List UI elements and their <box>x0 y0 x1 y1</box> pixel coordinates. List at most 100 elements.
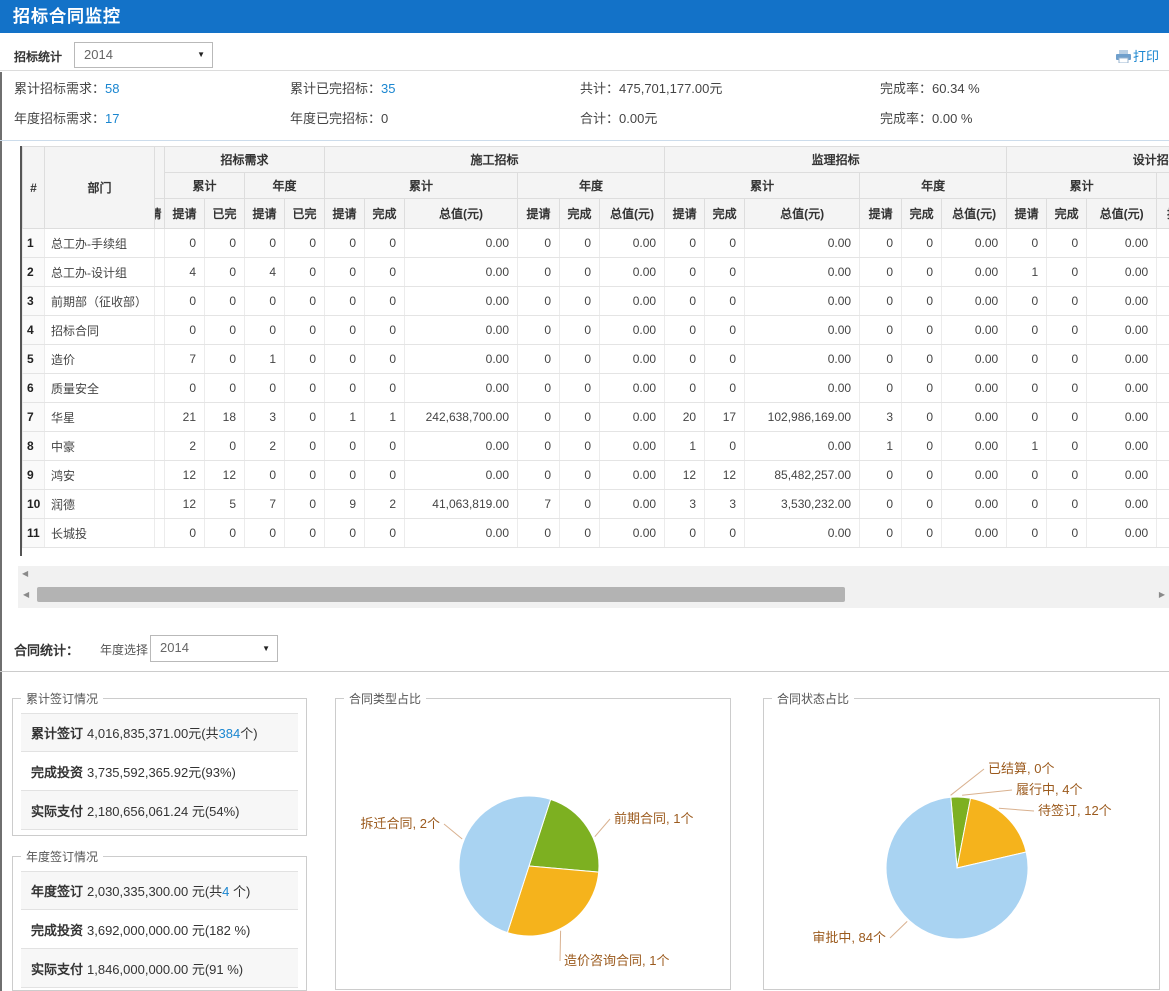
table-cell: 3,530,232.00 <box>745 490 860 519</box>
pie-leader-line <box>595 819 610 837</box>
pie-label-前期合同: 前期合同, 1个 <box>614 811 693 826</box>
table-cell: 0.00 <box>1087 345 1157 374</box>
table-cell <box>1157 229 1169 258</box>
stat-rows: 年度签订 2,030,335,300.00 元(共4 个) 完成投资 3,692… <box>21 871 298 988</box>
table-cell: 3 <box>245 403 285 432</box>
column-header: 总值(元) <box>745 199 860 229</box>
table-cell: 0 <box>245 229 285 258</box>
panel-title: 年度签订情况 <box>21 848 103 865</box>
table-cell: 4 <box>165 258 205 287</box>
column-header: 已完 <box>205 199 245 229</box>
table-cell: 0.00 <box>745 229 860 258</box>
table-cell: 0.00 <box>600 374 665 403</box>
table-cell: 1 <box>860 432 902 461</box>
summary-label: 完成率： <box>880 111 932 126</box>
column-header: 完成 <box>560 199 600 229</box>
contract-year-select[interactable]: 2014 ▼ <box>150 635 278 662</box>
table-cell: 0 <box>165 287 205 316</box>
table-cell: 0 <box>860 519 902 548</box>
table-cell: 0 <box>518 316 560 345</box>
scrollbar-left-arrow-icon[interactable]: ◀ <box>23 590 29 599</box>
dept-cell: 招标合同 <box>45 316 155 345</box>
table-cell: 0 <box>518 345 560 374</box>
column-header: 施工招标 <box>325 147 665 173</box>
table-cell: 3 <box>705 490 745 519</box>
table-cell: 0 <box>205 432 245 461</box>
table-cell <box>1157 403 1169 432</box>
table-cell: 0 <box>902 519 942 548</box>
summary-value[interactable]: 35 <box>381 81 395 96</box>
table-cell: 0 <box>1047 461 1087 490</box>
table-cell <box>155 229 165 258</box>
page-title: 招标合同监控 <box>0 0 1169 33</box>
bidding-section-label: 招标统计 <box>14 48 62 65</box>
column-header: 已完 <box>285 199 325 229</box>
summary-label: 完成率： <box>880 81 932 96</box>
table-cell: 0 <box>285 345 325 374</box>
table-cell: 0 <box>902 403 942 432</box>
contract-year-value: 2014 <box>151 636 277 659</box>
scrollbar-right-arrow-icon[interactable]: ▶ <box>1159 590 1165 599</box>
table-cell: 0 <box>285 432 325 461</box>
summary-value: 60.34 % <box>932 81 980 96</box>
table-cell: 0.00 <box>600 519 665 548</box>
table-cell: 7 <box>165 345 205 374</box>
table-cell: 0.00 <box>942 287 1007 316</box>
table-cell: 2 <box>245 432 285 461</box>
stat-label: 完成投资 <box>21 920 87 939</box>
table-cell: 0 <box>1007 490 1047 519</box>
table-cell: 0.00 <box>942 345 1007 374</box>
table-cell: 0 <box>705 374 745 403</box>
stat-value-link[interactable]: 384 <box>219 726 241 741</box>
table-cell: 3 <box>860 403 902 432</box>
table-cell: 0 <box>1047 432 1087 461</box>
table-cell: 0 <box>518 432 560 461</box>
table-cell: 0 <box>902 432 942 461</box>
table-cell: 0 <box>1047 229 1087 258</box>
stat-label: 年度签订 <box>21 881 87 900</box>
table-cell: 17 <box>705 403 745 432</box>
bidding-year-select[interactable]: 2014 ▼ <box>74 42 213 68</box>
summary-value[interactable]: 17 <box>105 111 119 126</box>
column-header: 完成 <box>1047 199 1087 229</box>
column-header: 累计 <box>325 173 518 199</box>
table-cell: 9 <box>325 490 365 519</box>
summary-label: 累计招标需求： <box>14 81 105 96</box>
table-cell <box>1157 461 1169 490</box>
summary-value[interactable]: 58 <box>105 81 119 96</box>
table-cell: 0 <box>205 229 245 258</box>
table-cell: 0.00 <box>942 403 1007 432</box>
pie-leader-line <box>962 790 1012 795</box>
table-cell: 1 <box>23 229 45 258</box>
table-cell <box>155 345 165 374</box>
chevron-down-icon: ▼ <box>262 644 270 653</box>
table-cell: 0 <box>860 287 902 316</box>
column-header: 提请 <box>1007 199 1047 229</box>
table-cell: 0.00 <box>745 287 860 316</box>
print-button[interactable]: 打印 <box>1116 46 1159 65</box>
column-header: 年度 <box>1157 173 1169 199</box>
table-cell: 0 <box>365 374 405 403</box>
stat-value: 2,030,335,300.00 元(共 <box>87 884 222 899</box>
table-scroll-area: ◀ ◀ ▶ <box>18 566 1169 608</box>
stat-value: 3,735,592,365.92元(93%) <box>87 765 236 780</box>
bidding-year-value: 2014 <box>75 43 212 66</box>
table-cell: 0 <box>325 461 365 490</box>
table-cell: 12 <box>705 461 745 490</box>
scroll-left-icon[interactable]: ◀ <box>22 569 28 578</box>
panel-title: 合同类型占比 <box>344 690 426 707</box>
table-cell: 0 <box>365 287 405 316</box>
table-cell <box>1157 374 1169 403</box>
table-cell: 0.00 <box>1087 229 1157 258</box>
table-cell: 0.00 <box>942 374 1007 403</box>
table-cell: 0.00 <box>1087 432 1157 461</box>
table-cell: 0 <box>560 229 600 258</box>
scrollbar-thumb[interactable] <box>37 587 845 602</box>
table-cell: 0 <box>705 345 745 374</box>
table-cell: 0 <box>705 316 745 345</box>
table-cell: 0.00 <box>600 229 665 258</box>
table-cell: 0 <box>1047 316 1087 345</box>
table-cell: 0 <box>365 258 405 287</box>
table-cell: 0.00 <box>405 258 518 287</box>
chevron-down-icon: ▼ <box>197 50 205 59</box>
